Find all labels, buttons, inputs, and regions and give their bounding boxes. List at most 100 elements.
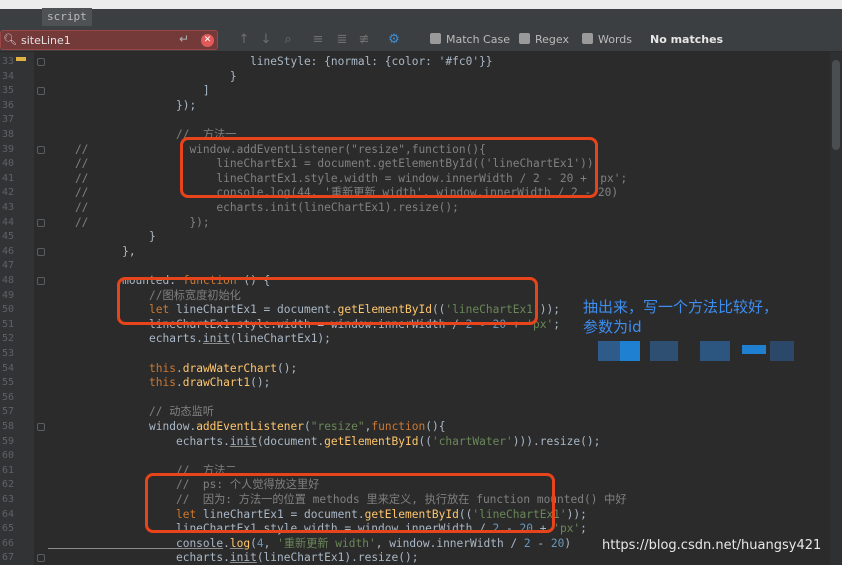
fold-column	[34, 52, 48, 565]
code-token: ))).resize();	[512, 434, 601, 448]
code-token: init	[229, 551, 257, 565]
line-number: 60	[1, 450, 14, 462]
code-token: },	[48, 244, 136, 258]
code-line: console.log(4, '重新更新 width', window.inne…	[48, 537, 571, 552]
previous-occurrence-icon[interactable]: ↑	[236, 32, 252, 48]
code-line: echarts.init(lineChartEx1).resize();	[48, 551, 419, 565]
line-number-gutter: 33 34 35 36 37 38 39 40 41 42 43 44 45 46 47 48 49 50 51 52…	[0, 52, 34, 565]
add-occurrence-icon[interactable]: ≣	[334, 32, 350, 48]
line-number: 65	[1, 523, 14, 535]
code-token: console	[48, 536, 224, 550]
regex-checkbox[interactable]	[519, 33, 530, 44]
code-token: init	[229, 434, 257, 448]
line-number: 43	[1, 202, 14, 213]
code-token: echarts.	[48, 551, 230, 565]
watermark: https://blog.csdn.net/huangsy421	[602, 538, 822, 553]
line-number: 64	[1, 508, 14, 520]
annotation-line-1: 抽出来，写一个方法比较好，	[583, 298, 779, 316]
fold-marker-icon[interactable]	[37, 247, 45, 256]
code-token: function	[371, 420, 426, 433]
code-token: ;	[553, 317, 560, 331]
code-line: }	[48, 230, 156, 245]
code-token: lineStyle: {normal: {color: '#fc0'}}	[48, 55, 493, 68]
line-number: 50	[1, 304, 14, 316]
line-number: 54	[1, 362, 14, 374]
line-number: 44	[1, 216, 14, 228]
fold-marker-icon[interactable]	[37, 87, 45, 96]
line-number: 40	[1, 158, 14, 170]
line-number: 38	[1, 129, 14, 140]
editor-tab-strip: script	[0, 0, 842, 28]
code-token: }	[48, 230, 156, 244]
code-token: 4	[256, 536, 264, 550]
code-line: ]	[48, 84, 210, 99]
line-number: 53	[1, 348, 14, 359]
search-icon[interactable]: 🔍︎	[3, 33, 17, 46]
fold-marker-icon[interactable]	[37, 218, 45, 227]
code-token: echarts.	[48, 332, 203, 346]
line-number: 42	[1, 187, 14, 199]
code-line: window.addEventListener("resize",functio…	[48, 420, 445, 435]
code-token: -	[530, 536, 551, 550]
code-token: ,	[263, 536, 278, 550]
code-token: .	[175, 376, 183, 390]
fold-marker-icon[interactable]	[37, 423, 45, 431]
line-number: 66	[1, 537, 14, 549]
code-token: (	[250, 536, 257, 550]
code-line: }	[48, 70, 237, 85]
words-option[interactable]: Words	[582, 33, 632, 47]
filter-settings-icon[interactable]: ⚙	[386, 32, 402, 48]
code-token: '重新更新 width'	[277, 536, 376, 550]
redacted-block	[620, 341, 640, 361]
scrollbar-thumb[interactable]	[832, 60, 840, 150]
code-token: getElementById	[324, 434, 419, 448]
line-number: 41	[1, 172, 14, 184]
fold-marker-icon[interactable]	[37, 58, 45, 66]
tab-script[interactable]: script	[42, 8, 92, 26]
code-token: ));	[539, 303, 560, 317]
line-number: 58	[1, 421, 14, 432]
code-token: (lineChartEx1);	[229, 332, 331, 346]
code-token: ));	[566, 507, 587, 521]
fold-marker-icon[interactable]	[37, 554, 45, 563]
code-line: this.drawWaterChart();	[48, 362, 297, 377]
annotation-note: 抽出来，写一个方法比较好， 参数为id	[583, 297, 823, 337]
fold-marker-icon[interactable]	[37, 145, 45, 154]
code-token: "resize"	[310, 420, 365, 433]
new-line-icon[interactable]: ↵	[179, 32, 189, 46]
match-case-checkbox[interactable]	[430, 33, 441, 44]
match-case-option[interactable]: Match Case	[430, 33, 510, 47]
line-number: 59	[1, 435, 14, 447]
code-token: // echarts.init(lineChartEx1).resize();	[48, 201, 459, 214]
next-occurrence-icon[interactable]: ↓	[258, 32, 274, 48]
code-token: (	[303, 420, 311, 433]
code-token: (){	[425, 420, 446, 433]
line-number: 39	[1, 143, 14, 155]
search-field[interactable]: 🔍︎ ↵ ✕	[0, 30, 218, 50]
redacted-block	[650, 341, 678, 361]
clear-search-icon[interactable]: ✕	[201, 34, 214, 47]
line-number: 55	[1, 377, 14, 389]
code-line: });	[48, 99, 196, 114]
find-all-icon[interactable]: ⌕	[280, 32, 296, 48]
search-input[interactable]	[21, 32, 171, 48]
search-status: No matches	[650, 33, 724, 46]
line-number: 49	[1, 289, 14, 301]
code-token: 'chartWater'	[431, 434, 513, 448]
exclude-occurrence-icon[interactable]: ≢	[356, 32, 372, 48]
code-line: echarts.init(lineChartEx1);	[48, 332, 331, 347]
code-token: });	[48, 98, 197, 112]
words-checkbox[interactable]	[582, 33, 593, 44]
code-token: ]	[48, 84, 210, 98]
regex-option[interactable]: Regex	[519, 33, 569, 47]
code-line: this.drawChart1();	[48, 376, 270, 391]
select-all-occurrences-icon[interactable]: ≡	[310, 32, 326, 48]
line-number: 52	[1, 333, 14, 345]
bookmark-marker	[16, 57, 26, 61]
code-token: )	[564, 536, 572, 550]
code-token: log	[229, 536, 251, 550]
code-token: 'px'	[553, 522, 581, 536]
line-number: 37	[1, 114, 14, 126]
line-number: 61	[1, 464, 14, 476]
fold-marker-icon[interactable]	[37, 277, 45, 285]
